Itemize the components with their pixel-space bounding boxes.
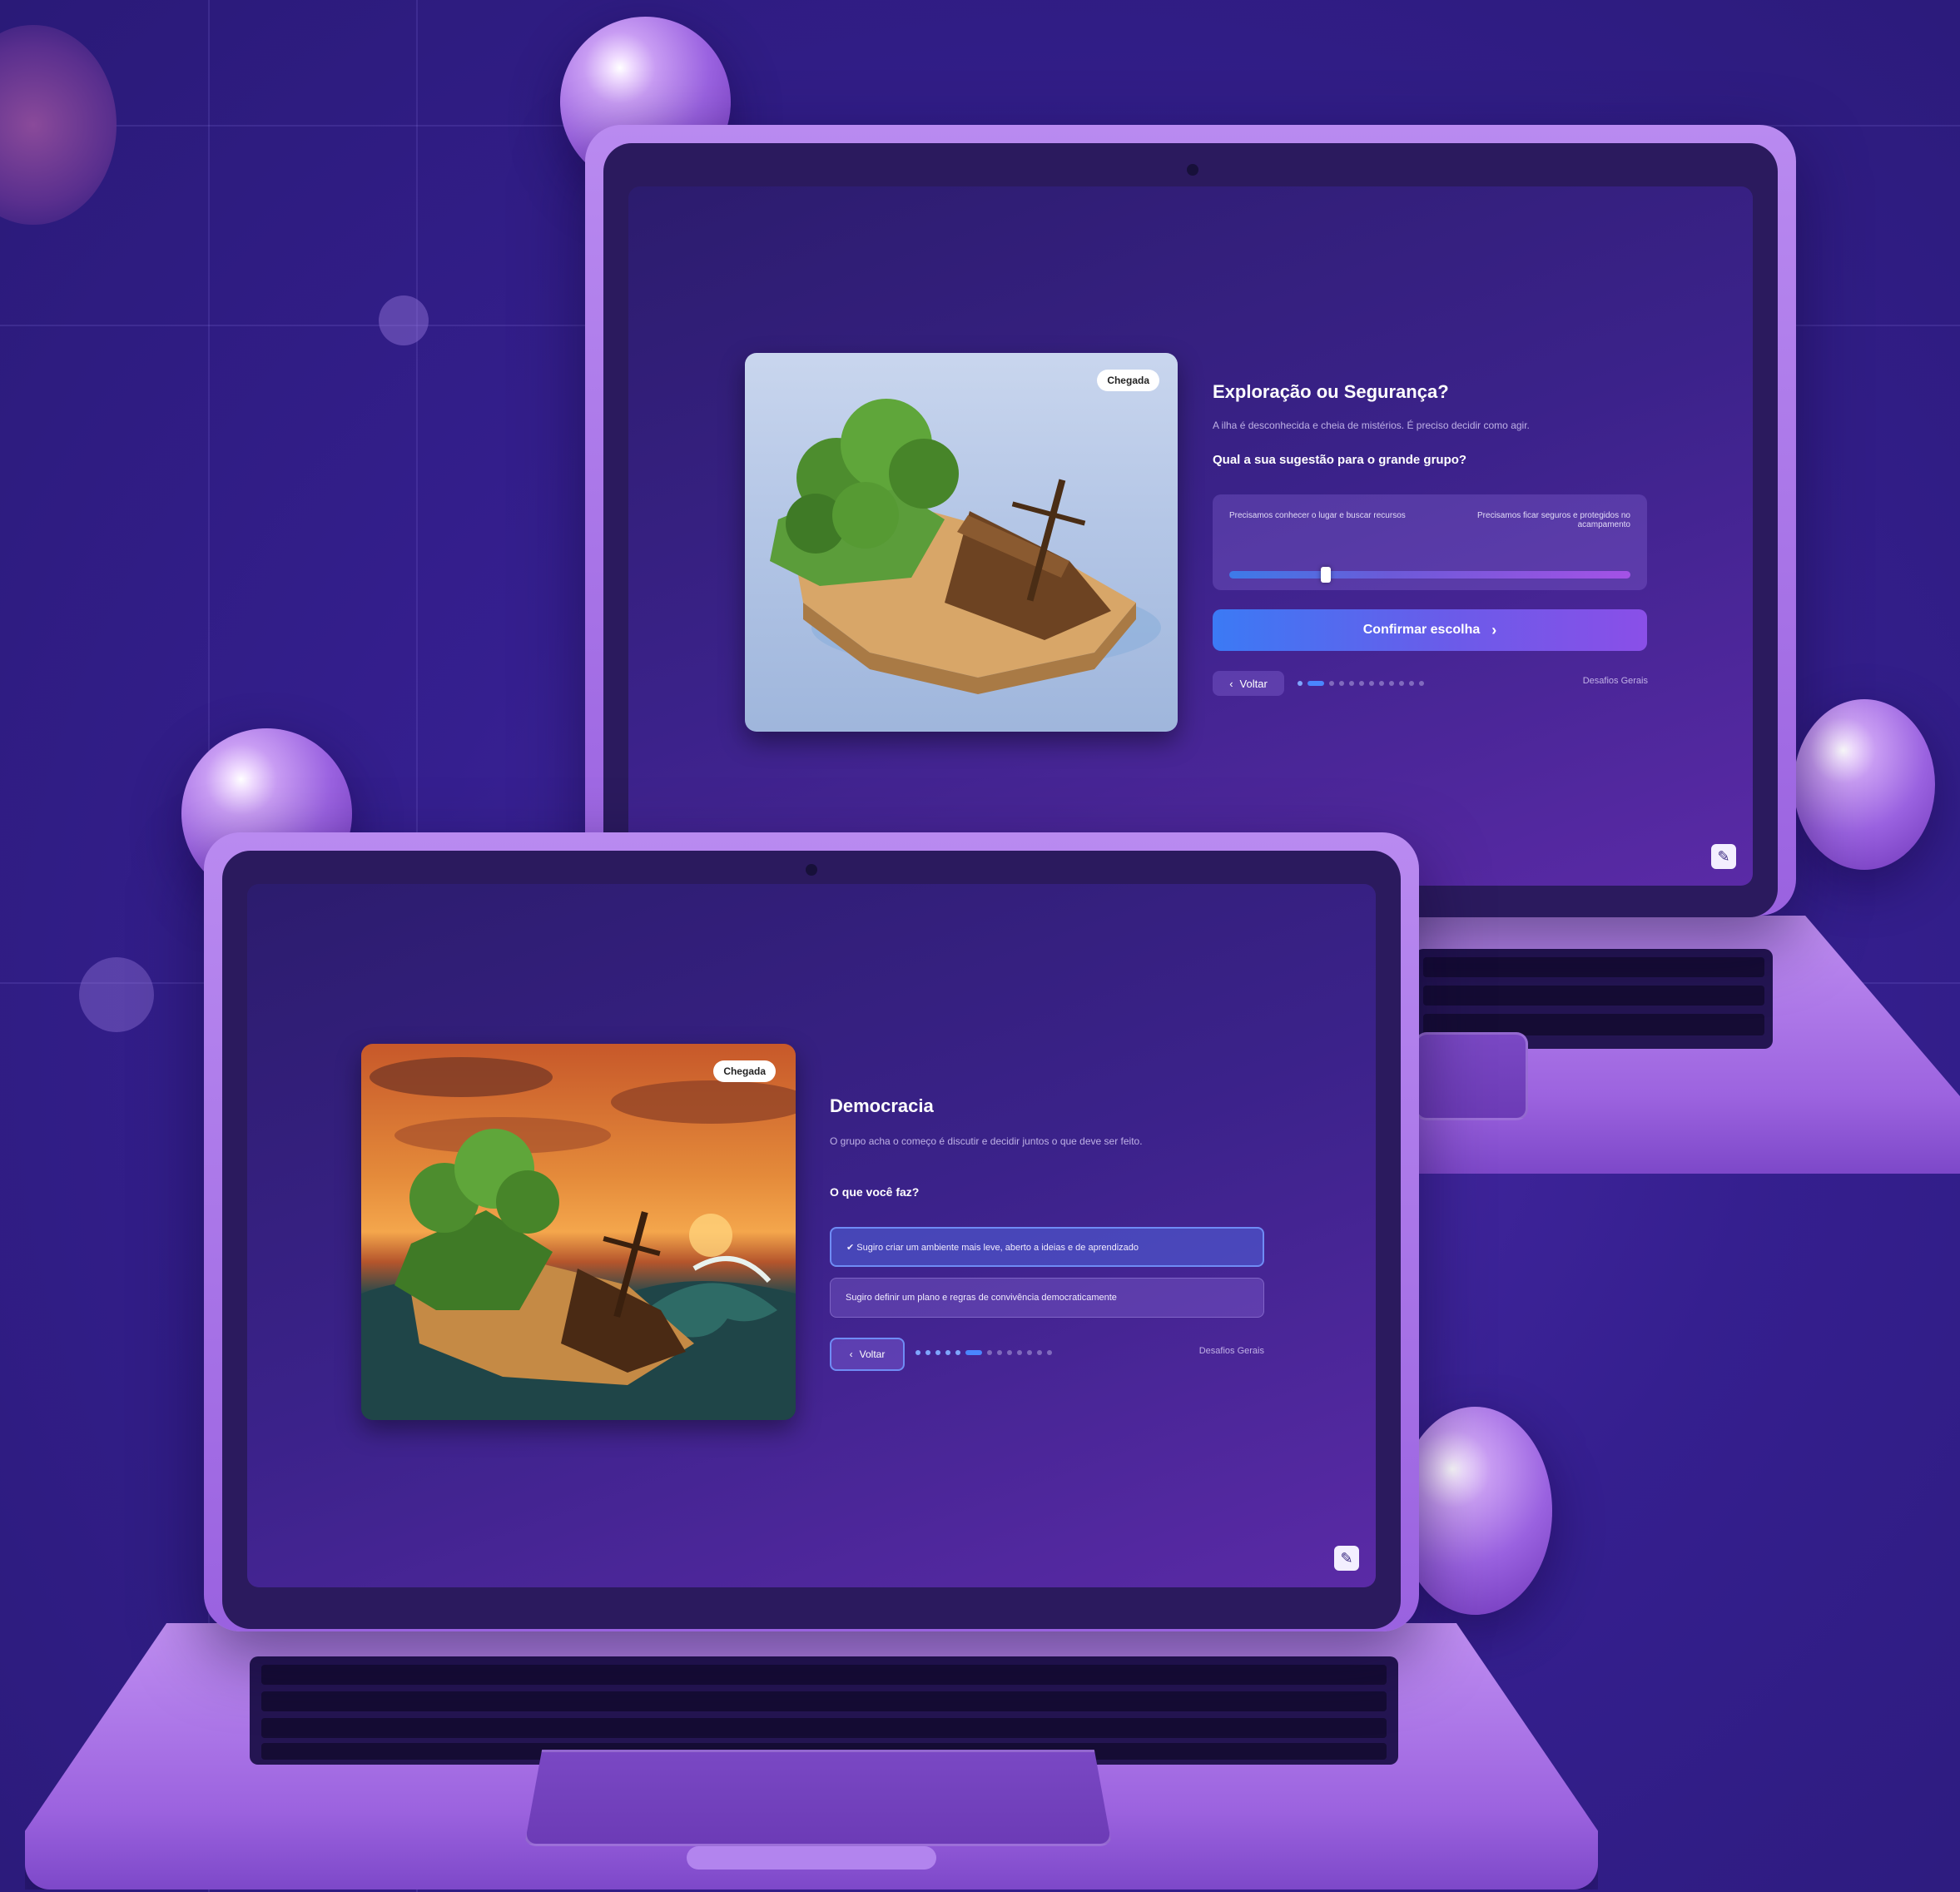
scene-description: O grupo acha o começo é discutir e decid… [830,1135,1143,1147]
key-row [261,1665,1387,1685]
key-row [261,1718,1387,1738]
laptop-notch [687,1846,936,1870]
progress-dot [1017,1350,1022,1355]
scene-image: Chegada [745,353,1178,732]
progress-dot-current [1307,681,1324,686]
progress-dot [987,1350,992,1355]
sunset-island-illustration [361,1057,796,1420]
slider-panel: Precisamos conhecer o lugar e buscar rec… [1213,494,1647,590]
progress-dot [1349,681,1354,686]
option[interactable]: Sugiro definir um plano e regras de conv… [830,1278,1264,1318]
back-label: Voltar [1239,677,1268,690]
confirm-label: Confirmar escolha [1362,623,1481,637]
progress-dot [1027,1350,1032,1355]
progress-dot [925,1350,930,1355]
trackpad [524,1750,1112,1846]
laptop-lid: Chegada Exploração ou Segurança? A ilha … [585,125,1796,917]
scene-title: Democracia [830,1095,934,1116]
progress-dot [997,1350,1002,1355]
question-text: O que você faz? [830,1185,920,1199]
progress-dots [915,1348,1082,1357]
progress-dot [1379,681,1384,686]
progress-dot [1298,681,1303,686]
stage-badge: Chegada [1097,370,1159,391]
progress-dot [1339,681,1344,686]
progress-dot [1419,681,1424,686]
scene-title: Exploração ou Segurança? [1213,381,1449,402]
back-button[interactable]: ‹ Voltar [830,1338,905,1371]
progress-dot [1369,681,1374,686]
glow-orb [0,25,117,225]
scene-image: Chegada [361,1044,796,1420]
progress-dot [955,1350,960,1355]
progress-dot [1329,681,1334,686]
screen-bezel: Chegada Exploração ou Segurança? A ilha … [603,143,1778,917]
keyboard [250,1656,1398,1765]
glow-orb [379,295,429,345]
stage-badge: Chegada [713,1060,776,1082]
scene-description: A ilha é desconhecida e cheia de mistéri… [1213,420,1530,431]
slider-right-label: Precisamos ficar seguros e protegidos no… [1477,511,1630,529]
chevron-right-icon: › [1491,621,1497,638]
key-row [1423,986,1764,1006]
progress-dot [1007,1350,1012,1355]
decorative-sphere [1794,699,1935,870]
laptop-base [1365,916,1960,1174]
edit-icon[interactable]: ✎ [1334,1546,1359,1571]
laptop-base [25,1623,1598,1890]
glow-orb [79,957,154,1032]
option-selected[interactable]: ✔ Sugiro criar um ambiente mais leve, ab… [830,1227,1264,1267]
question-text: Qual a sua sugestão para o grande grupo? [1213,453,1467,467]
progress-dot [1409,681,1414,686]
progress-dots [1298,679,1431,688]
laptop-lid: Chegada Democracia O grupo acha o começo… [204,832,1419,1631]
app-screen: Chegada Exploração ou Segurança? A ilha … [628,186,1753,886]
progress-dot [935,1350,940,1355]
trackpad [1415,1032,1528,1120]
progress-dot-current [965,1350,982,1355]
key-row [1423,957,1764,977]
progress-dot [1399,681,1404,686]
edit-icon[interactable]: ✎ [1711,844,1736,869]
decorative-sphere [1398,1407,1552,1615]
screen-bezel: Chegada Democracia O grupo acha o começo… [222,851,1401,1629]
progress-dot [1037,1350,1042,1355]
confirm-choice-button[interactable]: Confirmar escolha › [1213,609,1647,651]
slider-left-label: Precisamos conhecer o lugar e buscar rec… [1229,511,1406,520]
skip-link[interactable]: Desafios Gerais [1199,1346,1264,1356]
back-label: Voltar [859,1348,886,1360]
chevron-left-icon: ‹ [1229,677,1233,690]
chevron-left-icon: ‹ [849,1348,853,1360]
island-shipwreck-illustration [770,399,1161,694]
camera [806,864,817,876]
progress-dot [1047,1350,1052,1355]
progress-dot [1359,681,1364,686]
slider-thumb[interactable] [1320,567,1331,583]
choice-slider[interactable] [1229,567,1630,583]
progress-dot [945,1350,950,1355]
progress-dot [915,1350,920,1355]
camera [1187,164,1198,176]
back-button[interactable]: ‹ Voltar [1213,671,1284,696]
progress-dot [1389,681,1394,686]
key-row [261,1691,1387,1711]
skip-link[interactable]: Desafios Gerais [1583,676,1648,686]
app-screen: Chegada Democracia O grupo acha o começo… [247,884,1376,1587]
